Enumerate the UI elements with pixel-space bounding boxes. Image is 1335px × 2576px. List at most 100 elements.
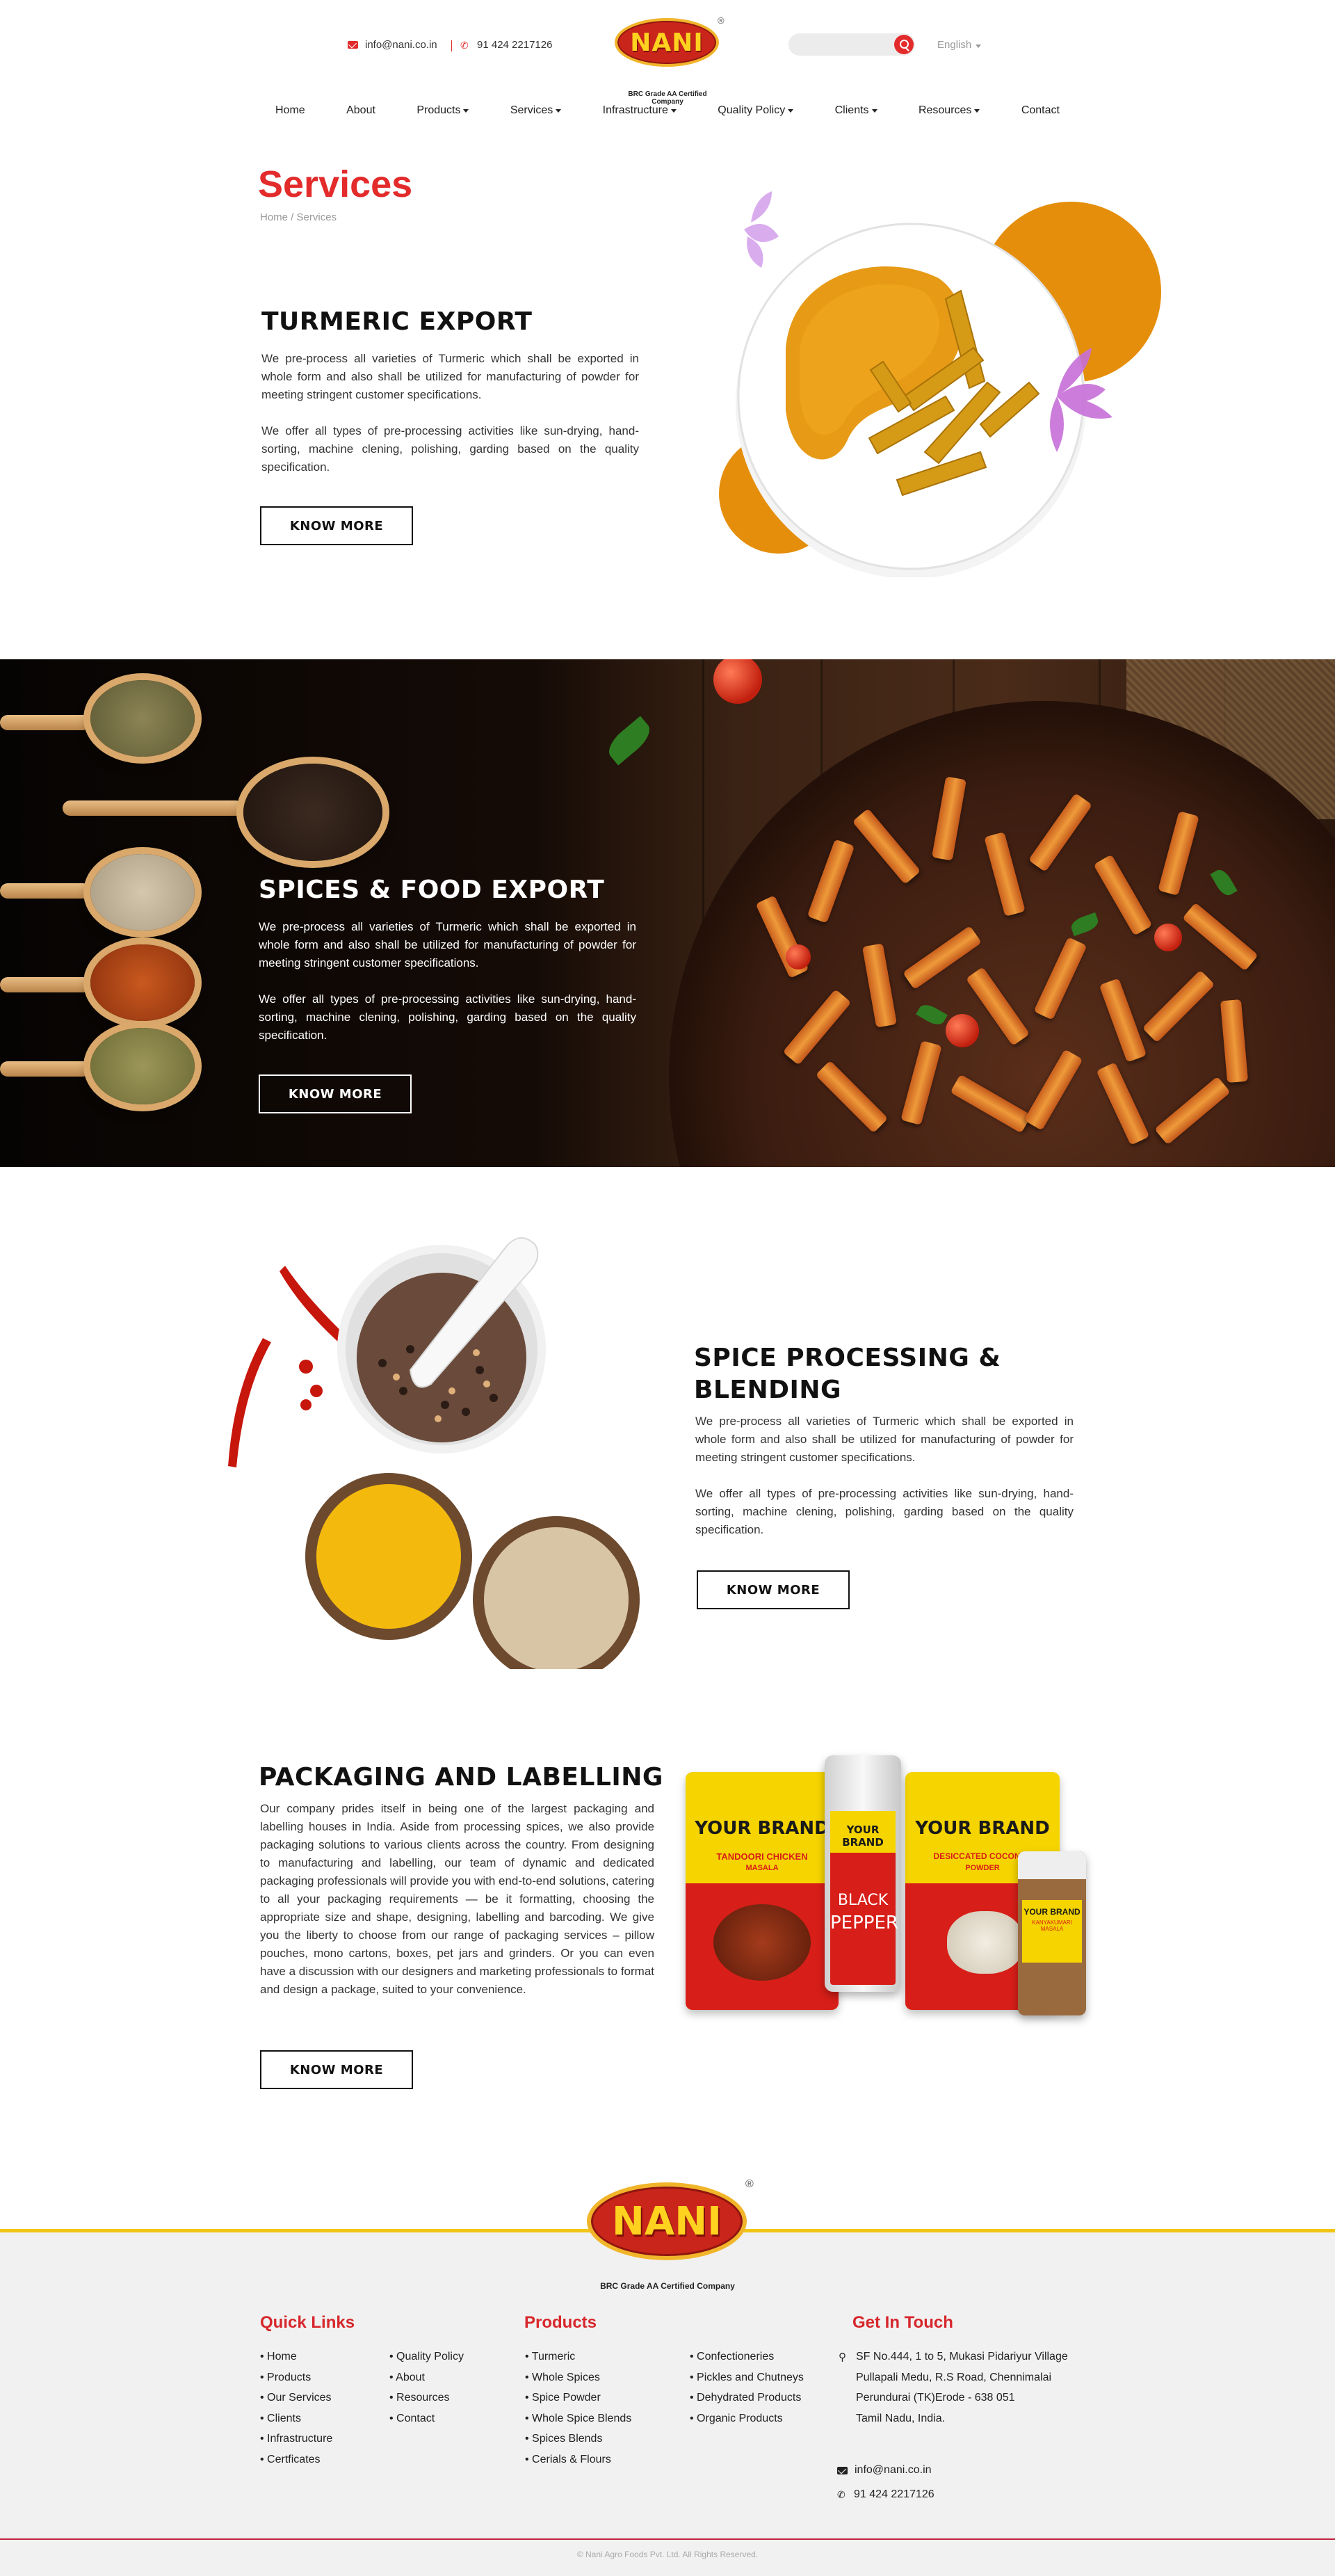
chevron-down-icon xyxy=(974,108,980,113)
footer-link[interactable]: Confectioneries xyxy=(690,2346,804,2367)
packaging-heading: PACKAGING AND LABELLING xyxy=(259,1763,663,1792)
logo-tagline: BRC Grade AA Certified Company xyxy=(628,90,707,106)
header-phone[interactable]: ✆ 91 424 2217126 xyxy=(460,39,552,51)
nav-label[interactable]: Home xyxy=(275,104,305,117)
chevron-down-icon xyxy=(463,108,469,113)
logo-badge: NANI xyxy=(615,18,719,67)
footer-link[interactable]: Home xyxy=(260,2346,332,2367)
spoon-white-pepper xyxy=(90,854,195,931)
phone-icon: ✆ xyxy=(460,39,469,51)
turmeric-know-more-button[interactable]: KNOW MORE xyxy=(260,506,413,545)
footer-phone[interactable]: ✆ 91 424 2217126 xyxy=(837,2488,934,2501)
quick-links-heading: Quick Links xyxy=(260,2313,355,2332)
chevron-down-icon xyxy=(670,108,677,113)
footer-link[interactable]: Whole Spice Blends xyxy=(525,2408,631,2429)
products-list-1: Turmeric Whole Spices Spice Powder Whole… xyxy=(525,2346,631,2470)
footer-link[interactable]: Cerials & Flours xyxy=(525,2449,631,2470)
footer-logo-registered-mark: ® xyxy=(745,2178,754,2190)
footer-link[interactable]: Quality Policy xyxy=(389,2346,464,2367)
nav-label[interactable]: About xyxy=(346,104,375,117)
footer-link[interactable]: Pickles and Chutneys xyxy=(690,2367,804,2388)
spices-know-more-button[interactable]: KNOW MORE xyxy=(259,1074,412,1113)
processing-heading-line-2: BLENDING xyxy=(694,1376,842,1404)
footer-link[interactable]: Certficates xyxy=(260,2449,332,2470)
site-footer: NANI ® BRC Grade AA Certified Company Qu… xyxy=(0,2178,1335,2576)
header-phone-text[interactable]: 91 424 2217126 xyxy=(477,39,552,51)
site-logo[interactable]: NANI ® BRC Grade AA Certified Company xyxy=(612,15,725,106)
processing-know-more-button[interactable]: KNOW MORE xyxy=(697,1570,850,1609)
footer-link[interactable]: Clients xyxy=(260,2408,332,2429)
location-pin-icon: ⚲ xyxy=(839,2351,846,2363)
nav-label[interactable]: Services xyxy=(510,104,553,117)
search-icon[interactable] xyxy=(894,35,914,54)
footer-link[interactable]: Products xyxy=(260,2367,332,2388)
footer-logo-wordmark: NANI xyxy=(612,2198,722,2244)
footer-phone-text[interactable]: 91 424 2217126 xyxy=(854,2488,934,2501)
nav-label[interactable]: Products xyxy=(416,104,460,117)
pouch-1-product: TANDOORI CHICKEN xyxy=(716,1851,808,1862)
footer-link[interactable]: Resources xyxy=(389,2388,464,2408)
nav-item[interactable]: Resources xyxy=(919,104,980,117)
nav-item[interactable]: Quality Policy xyxy=(718,104,794,117)
nav-label[interactable]: Quality Policy xyxy=(718,104,785,117)
pouch-tandoori: YOUR BRAND TANDOORI CHICKEN MASALA xyxy=(686,1772,839,2010)
nav-item[interactable]: Home xyxy=(275,104,305,117)
quick-links-list-1: Home Products Our Services Clients Infra… xyxy=(260,2346,332,2470)
spoon-peppercorns xyxy=(243,764,382,861)
language-label[interactable]: English xyxy=(937,39,971,51)
footer-logo-tagline: BRC Grade AA Certified Company xyxy=(600,2281,735,2291)
nav-label[interactable]: Contact xyxy=(1021,104,1060,117)
tandoori-chicken-image xyxy=(713,1904,811,1981)
address-line: Pullapali Medu, R.S Road, Chennimalai xyxy=(856,2371,1052,2383)
address-line: Perundurai (TK)Erode - 638 051 xyxy=(856,2392,1015,2404)
footer-link[interactable]: Infrastructure xyxy=(260,2429,332,2449)
nav-item[interactable]: Services xyxy=(510,104,562,117)
footer-link[interactable]: Spice Powder xyxy=(525,2388,631,2408)
footer-link[interactable]: Whole Spices xyxy=(525,2367,631,2388)
nav-item[interactable]: Products xyxy=(416,104,469,117)
nav-label[interactable]: Resources xyxy=(919,104,971,117)
spices-food-section: SPICES & FOOD EXPORT We pre-process all … xyxy=(0,659,1335,1167)
nav-label[interactable]: Infrastructure xyxy=(603,104,668,117)
products-heading: Products xyxy=(524,2313,597,2332)
pouch-2-brand: YOUR BRAND xyxy=(915,1818,1050,1839)
mail-icon xyxy=(348,41,358,49)
footer-email-text[interactable]: info@nani.co.in xyxy=(855,2464,932,2477)
nav-item[interactable]: Contact xyxy=(1021,104,1060,117)
nav-item[interactable]: Clients xyxy=(835,104,877,117)
search-input[interactable] xyxy=(798,38,889,51)
spoon-handle xyxy=(0,883,90,899)
footer-link[interactable]: Turmeric xyxy=(525,2346,631,2367)
nav-item[interactable]: About xyxy=(346,104,375,117)
packaging-know-more-button[interactable]: KNOW MORE xyxy=(260,2050,413,2089)
packaging-paragraph: Our company prides itself in being one o… xyxy=(260,1802,654,1996)
packaging-mockups: YOUR BRAND TANDOORI CHICKEN MASALA YOUR … xyxy=(686,1755,1103,2020)
processing-paragraph-2: We offer all types of pre-processing act… xyxy=(695,1487,1074,1536)
footer-link[interactable]: Dehydrated Products xyxy=(690,2388,804,2408)
footer-link[interactable]: Contact xyxy=(389,2408,464,2429)
footer-link[interactable]: About xyxy=(389,2367,464,2388)
footer-email[interactable]: info@nani.co.in xyxy=(837,2464,932,2477)
footer-bottom-rule xyxy=(0,2538,1335,2540)
footer-link[interactable]: Spices Blends xyxy=(525,2429,631,2449)
footer-logo-badge: NANI xyxy=(587,2182,747,2260)
header-email-text[interactable]: info@nani.co.in xyxy=(365,39,437,51)
coconut-powder-image xyxy=(947,1911,1024,1974)
footer-logo[interactable]: NANI ® xyxy=(581,2178,759,2273)
jar-brand: YOUR BRAND xyxy=(842,1824,884,1849)
header-email[interactable]: info@nani.co.in xyxy=(348,39,437,51)
basil-leaf xyxy=(603,716,656,766)
products-list-2: Confectioneries Pickles and Chutneys Deh… xyxy=(690,2346,804,2429)
footer-link[interactable]: Organic Products xyxy=(690,2408,804,2429)
spoon-handle xyxy=(0,977,90,992)
phone-icon: ✆ xyxy=(837,2489,846,2500)
address-line: Tamil Nadu, India. xyxy=(856,2412,946,2424)
nav-item[interactable]: Infrastructure xyxy=(603,104,677,117)
spoon-handle xyxy=(0,715,90,730)
nav-label[interactable]: Clients xyxy=(835,104,869,117)
language-selector[interactable]: English xyxy=(937,39,982,51)
contact-separator xyxy=(451,40,452,51)
footer-link[interactable]: Our Services xyxy=(260,2388,332,2408)
breadcrumb[interactable]: Home / Services xyxy=(260,211,337,223)
processing-heading-line-1: SPICE PROCESSING & xyxy=(694,1344,1001,1372)
